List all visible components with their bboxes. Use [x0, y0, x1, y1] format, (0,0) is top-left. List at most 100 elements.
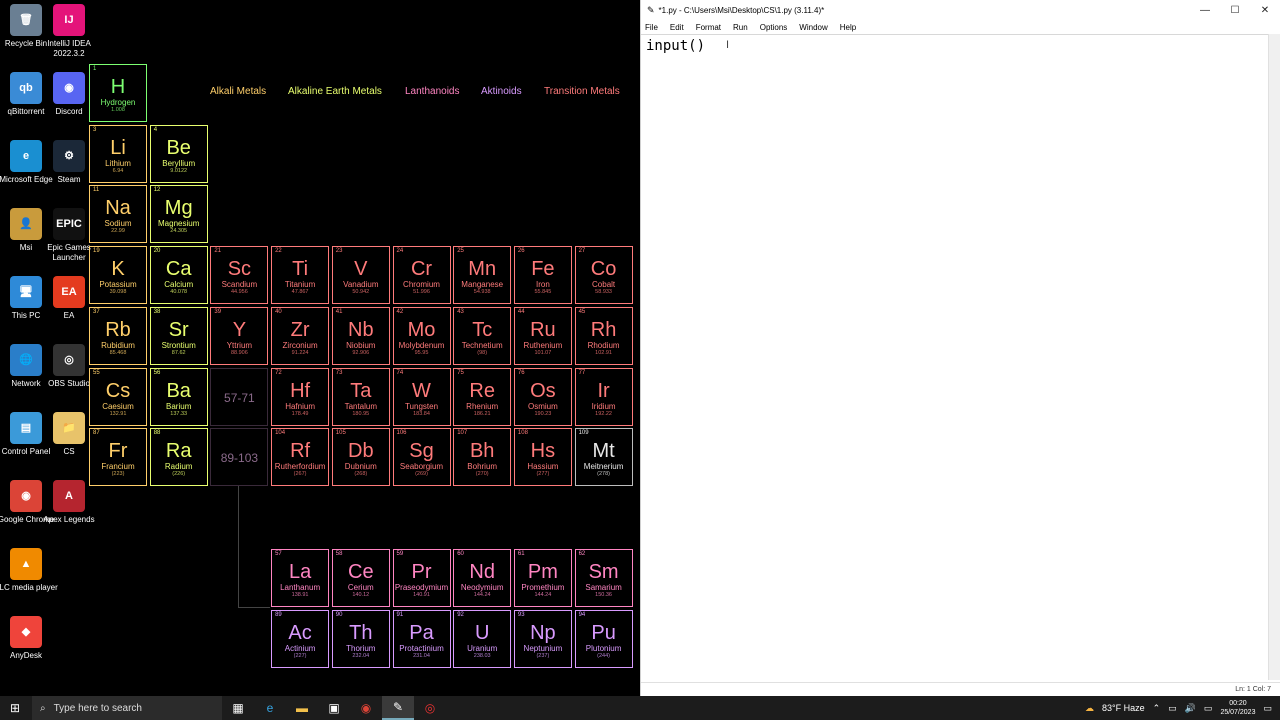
element-tile[interactable]: 38 Sr Strontium 87.62	[149, 306, 208, 365]
taskbar-search[interactable]: ⌕ Type here to search	[32, 696, 222, 720]
minimize-button[interactable]: —	[1190, 5, 1220, 16]
element-number: 107	[457, 430, 468, 437]
recording-app-icon[interactable]: ◎	[414, 696, 446, 720]
chevron-up-icon[interactable]: ⌃	[1153, 703, 1161, 714]
element-tile[interactable]: 109 Mt Meitnerium (278)	[574, 428, 633, 487]
network-tray-icon[interactable]: ▭	[1168, 703, 1177, 714]
element-tile[interactable]: 76 Os Osmium 190.23	[513, 367, 572, 426]
windows-start-icon[interactable]: ⊞	[0, 696, 30, 720]
element-tile[interactable]: 20 Ca Calcium 40.078	[149, 246, 208, 305]
element-tile[interactable]: 89 Ac Actinium (227)	[271, 609, 330, 668]
element-tile[interactable]: 40 Zr Zirconium 91.224	[271, 306, 330, 365]
desktop-icon[interactable]: ◆ AnyDesk	[0, 616, 58, 682]
element-name: Cerium	[347, 583, 374, 592]
element-tile[interactable]: 94 Pu Plutonium (244)	[574, 609, 633, 668]
legend-item[interactable]: Lanthanoids	[405, 86, 460, 97]
element-tile[interactable]: 41 Nb Niobium 92.906	[331, 306, 390, 365]
element-tile[interactable]: 45 Rh Rhodium 102.91	[574, 306, 633, 365]
element-tile[interactable]: 37 Rb Rubidium 85.468	[89, 306, 147, 365]
element-tile[interactable]: 26 Fe Iron 55.845	[513, 246, 572, 305]
element-tile[interactable]: 42 Mo Molybdenum 95.95	[392, 306, 451, 365]
element-tile[interactable]: 39 Y Yttrium 88.906	[210, 306, 269, 365]
element-number: 56	[153, 369, 161, 376]
element-tile[interactable]: 11 Na Sodium 22.99	[89, 185, 147, 244]
language-icon[interactable]: ▭	[1204, 703, 1213, 714]
element-mass: (277)	[536, 471, 550, 478]
element-tile[interactable]: 12 Mg Magnesium 24.305	[149, 185, 208, 244]
element-tile[interactable]: 25 Mn Manganese 54.938	[453, 246, 512, 305]
python-idle-taskbar-icon[interactable]: ✎	[382, 696, 414, 720]
element-tile[interactable]: 106 Sg Seaborgium (269)	[392, 428, 451, 487]
element-tile[interactable]: 19 K Potassium 39.098	[89, 246, 147, 305]
edge-taskbar-icon[interactable]: e	[254, 696, 286, 720]
clock[interactable]: 00:20 25/07/2023	[1220, 699, 1255, 717]
file-explorer-icon[interactable]: ▬	[286, 696, 318, 720]
element-number: 27	[578, 248, 586, 255]
desktop-icon-label: IntelliJ IDEA 2022.3.2	[47, 39, 91, 58]
element-tile[interactable]: 43 Tc Technetium (98)	[453, 306, 512, 365]
element-tile[interactable]: 3 Li Lithium 6.94	[89, 124, 147, 183]
element-tile[interactable]: 91 Pa Protactinium 231.04	[392, 609, 451, 668]
menu-format[interactable]: Format	[696, 23, 721, 32]
element-tile[interactable]: 24 Cr Chromium 51.996	[392, 246, 451, 305]
element-tile[interactable]: 56 Ba Barium 137.33	[149, 367, 208, 426]
element-tile[interactable]: 1 H Hydrogen 1.008	[89, 64, 147, 122]
element-tile[interactable]: 108 Hs Hassium (277)	[513, 428, 572, 487]
element-tile[interactable]: 107 Bh Bohrium (270)	[453, 428, 512, 487]
menu-run[interactable]: Run	[733, 23, 748, 32]
element-tile[interactable]: 59 Pr Praseodymium 140.91	[392, 549, 451, 607]
maximize-button[interactable]: ☐	[1220, 5, 1250, 16]
element-symbol: Be	[166, 136, 191, 159]
element-mass: 231.04	[413, 652, 430, 659]
menu-edit[interactable]: Edit	[670, 23, 684, 32]
element-tile[interactable]: 27 Co Cobalt 58.933	[574, 246, 633, 305]
desktop-icon[interactable]: IJ IntelliJ IDEA 2022.3.2	[37, 4, 101, 70]
element-tile[interactable]: 57 La Lanthanum 138.91	[271, 549, 330, 607]
code-editor[interactable]: input() I	[641, 34, 1269, 680]
menu-file[interactable]: File	[645, 23, 658, 32]
element-tile[interactable]: 93 Np Neptunium (237)	[513, 609, 572, 668]
element-tile[interactable]: 72 Hf Hafnium 178.49	[271, 367, 330, 426]
element-number: 87	[93, 430, 100, 437]
element-tile[interactable]: 87 Fr Francium (223)	[89, 428, 147, 487]
menu-options[interactable]: Options	[760, 23, 788, 32]
element-tile[interactable]: 75 Re Rhenium 186.21	[453, 367, 512, 426]
weather-text[interactable]: 83°F Haze	[1102, 703, 1145, 713]
legend-item[interactable]: Aktinoids	[481, 86, 522, 97]
element-tile[interactable]: 44 Ru Ruthenium 101.07	[513, 306, 572, 365]
element-tile[interactable]: 105 Db Dubnium (268)	[331, 428, 390, 487]
element-number: 94	[578, 611, 586, 618]
store-icon[interactable]: ▣	[318, 696, 350, 720]
element-tile[interactable]: 22 Ti Titanium 47.867	[271, 246, 330, 305]
notifications-icon[interactable]: ▭	[1263, 703, 1272, 714]
element-tile[interactable]: 74 W Tungsten 183.84	[392, 367, 451, 426]
element-tile[interactable]: 73 Ta Tantalum 180.95	[331, 367, 390, 426]
element-tile[interactable]: 4 Be Beryllium 9.0122	[149, 124, 208, 183]
element-tile[interactable]: 88 Ra Radium (226)	[149, 428, 208, 487]
element-tile[interactable]: 77 Ir Iridium 192.22	[574, 367, 633, 426]
element-tile[interactable]: 90 Th Thorium 232.04	[331, 609, 390, 668]
menu-help[interactable]: Help	[840, 23, 856, 32]
task-view-icon[interactable]: ▦	[222, 696, 254, 720]
legend-item[interactable]: Transition Metals	[544, 86, 620, 97]
legend-item[interactable]: Alkali Metals	[210, 86, 266, 97]
series-placeholder[interactable]: 89-103	[210, 428, 269, 487]
element-tile[interactable]: 21 Sc Scandium 44.956	[210, 246, 269, 305]
volume-icon[interactable]: 🔊	[1185, 703, 1196, 714]
element-tile[interactable]: 61 Pm Promethium 144.24	[513, 549, 572, 607]
series-placeholder[interactable]: 57-71	[210, 367, 269, 426]
element-tile[interactable]: 23 V Vanadium 50.942	[331, 246, 390, 305]
menu-window[interactable]: Window	[799, 23, 827, 32]
element-tile[interactable]: 60 Nd Neodymium 144.24	[453, 549, 512, 607]
element-tile[interactable]: 58 Ce Cerium 140.12	[331, 549, 390, 607]
desktop-icon[interactable]: A Apex Legends	[37, 480, 101, 546]
element-tile[interactable]: 92 U Uranium 238.03	[453, 609, 512, 668]
desktop-icon[interactable]: ▲ VLC media player	[0, 548, 58, 614]
chrome-taskbar-icon[interactable]: ◉	[350, 696, 382, 720]
legend-item[interactable]: Alkaline Earth Metals	[288, 86, 382, 97]
element-tile[interactable]: 62 Sm Samarium 150.36	[574, 549, 633, 607]
element-tile[interactable]: 55 Cs Caesium 132.91	[89, 367, 147, 426]
close-button[interactable]: ✕	[1250, 5, 1280, 16]
vertical-scrollbar[interactable]	[1268, 34, 1280, 680]
element-tile[interactable]: 104 Rf Rutherfordium (267)	[271, 428, 330, 487]
